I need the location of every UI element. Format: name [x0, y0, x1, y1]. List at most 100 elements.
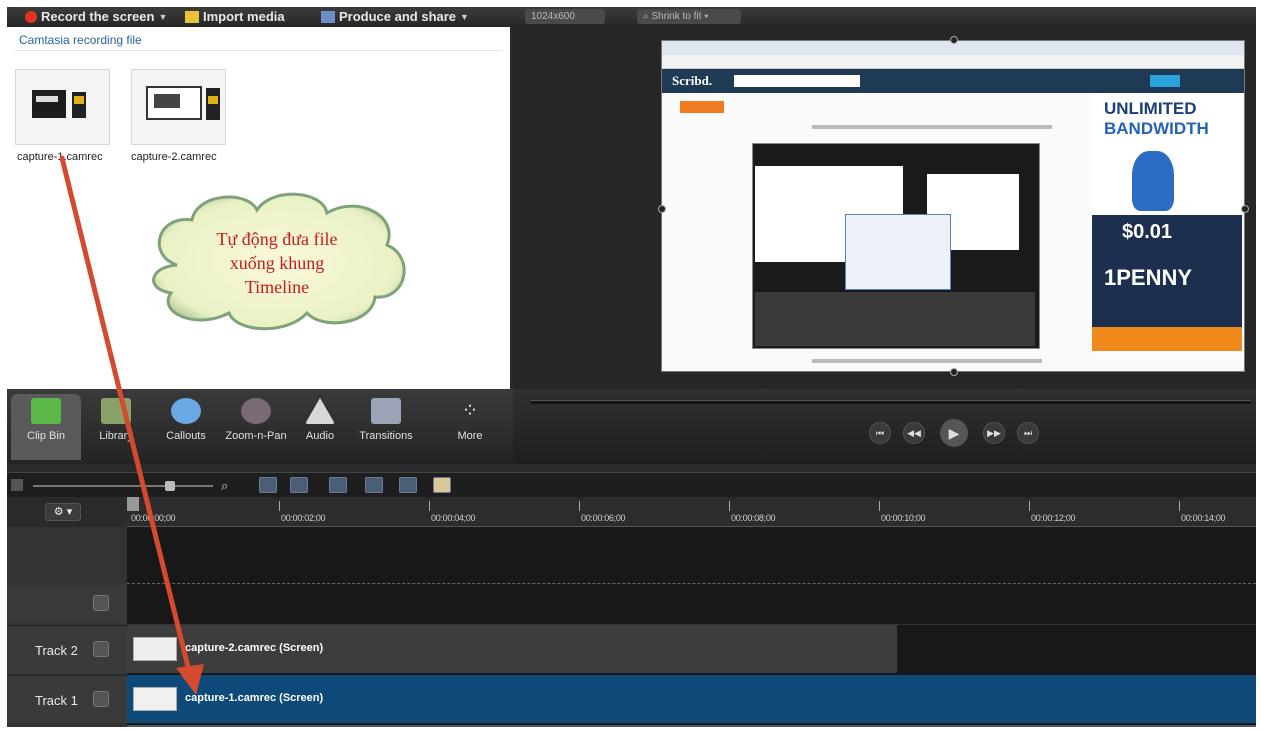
ruler-label: 00:00:12;00	[1031, 513, 1076, 523]
camtasia-window: Record the screen ▼ Import media Produce…	[7, 7, 1256, 727]
zoom-slider[interactable]	[33, 485, 213, 487]
step-forward-button[interactable]: ▶▶	[983, 422, 1005, 444]
jump-end-button[interactable]: ⏭	[1017, 422, 1039, 444]
copy-button[interactable]	[290, 477, 308, 493]
tab-label: Callouts	[166, 430, 206, 442]
resize-handle[interactable]	[1241, 205, 1249, 213]
clip-bin-header: Camtasia recording file	[19, 33, 142, 47]
ad-text-line2: BANDWIDTH	[1104, 119, 1209, 138]
tab-audio[interactable]: Audio	[285, 394, 355, 460]
ruler-label: 00:00:08;00	[731, 513, 776, 523]
callout-text: Tự động đưa file xuống khung Timeline	[177, 227, 377, 299]
main-toolbar: Record the screen ▼ Import media Produce…	[7, 7, 1256, 27]
timeline-tracks: capture-2.camrec (Screen) capture-1.camr…	[127, 527, 1256, 727]
clip-thumbnail	[133, 687, 177, 711]
lock-icon[interactable]	[93, 595, 109, 611]
playhead[interactable]	[127, 497, 139, 511]
chevron-down-icon: ▼	[158, 12, 168, 22]
resize-handle[interactable]	[950, 368, 958, 376]
mascot-image	[1132, 151, 1174, 211]
cut-button[interactable]	[259, 477, 277, 493]
tab-label: Zoom-n-Pan	[225, 430, 287, 442]
zoom-fit-label: Shrink to fit	[651, 11, 702, 22]
lock-icon[interactable]	[93, 641, 109, 657]
clip-label: capture-2.camrec (Screen)	[185, 642, 324, 654]
browser-address-bar	[662, 55, 1244, 69]
tab-label: Library	[99, 430, 133, 442]
more-icon: ⁘	[461, 400, 479, 422]
import-media-button[interactable]: Import media	[185, 8, 285, 26]
resize-handle[interactable]	[658, 205, 666, 213]
canvas-size-dropdown[interactable]: 1024x600	[525, 9, 605, 24]
resize-handle[interactable]	[950, 36, 958, 44]
lock-icon[interactable]	[93, 691, 109, 707]
timeline-toolbar: ⌕	[7, 472, 1256, 497]
player-controls: ⏮ ◀◀ ▶ ▶▶ ⏭	[513, 389, 1256, 464]
zoom-out-icon[interactable]	[11, 479, 23, 491]
tab-label: More	[457, 430, 483, 442]
track-headers: Track 2 Track 1	[7, 527, 127, 727]
ad-price: $0.01	[1122, 221, 1173, 243]
tab-label: Transitions	[359, 430, 413, 442]
marker-button[interactable]	[365, 477, 383, 493]
step-back-button[interactable]: ◀◀	[903, 422, 925, 444]
chevron-down-icon: ▼	[460, 12, 469, 22]
track-name: Track 1	[35, 693, 78, 708]
callout-line: xuống khung	[229, 253, 325, 273]
site-logo: Scribd.	[672, 73, 713, 88]
ad-text-line1: UNLIMITED	[1104, 99, 1197, 118]
jump-start-button[interactable]: ⏮	[869, 422, 891, 444]
callout-icon	[171, 398, 201, 424]
quiz-button[interactable]	[399, 477, 417, 493]
clip-thumbnail-capture-1[interactable]	[15, 69, 110, 145]
ruler-label: 00:00:14;00	[1181, 513, 1226, 523]
callout-line: Tự động đưa file	[216, 229, 338, 249]
clip-label: capture-2.camrec	[131, 151, 217, 163]
ad-penny: 1PENNY	[1104, 265, 1193, 290]
record-screen-label: Record the screen	[41, 9, 155, 24]
tab-callouts[interactable]: Callouts	[151, 394, 221, 460]
tab-library[interactable]: Library	[81, 394, 151, 460]
clip-label: capture-1.camrec	[17, 151, 103, 163]
zoom-in-icon[interactable]: ⌕	[221, 478, 228, 494]
record-screen-button[interactable]: Record the screen ▼	[25, 8, 167, 26]
produce-share-label: Produce and share	[339, 9, 457, 24]
ruler-label: 00:00:02;00	[281, 513, 326, 523]
import-icon	[185, 11, 199, 23]
ruler-label: 00:00:00;00	[131, 513, 176, 523]
zoom-fit-dropdown[interactable]: ⌕ Shrink to fit ▾	[637, 9, 741, 24]
gear-icon: ⚙	[53, 506, 64, 518]
embedded-screenshot	[752, 143, 1040, 349]
timeline-settings-button[interactable]: ⚙ ▾	[45, 503, 81, 521]
tab-more[interactable]: ⁘ More	[435, 394, 505, 460]
ad-lower-panel: $0.01 1PENNY	[1092, 215, 1242, 327]
tab-clip-bin[interactable]: Clip Bin	[11, 394, 81, 460]
horizontal-scrollbar[interactable]	[127, 725, 1256, 727]
record-icon	[25, 11, 37, 23]
ruler-label: 00:00:04;00	[431, 513, 476, 523]
site-search-input	[734, 75, 860, 87]
timeline-clip-track-1[interactable]: capture-1.camrec (Screen)	[127, 675, 1256, 723]
ruler-label: 00:00:06;00	[581, 513, 626, 523]
zoom-slider-thumb[interactable]	[165, 481, 175, 491]
timeline-clip-track-2[interactable]: capture-2.camrec (Screen)	[127, 625, 897, 673]
film-icon	[31, 398, 61, 424]
preview-video[interactable]: Scribd. UNLIMITED BANDWIDTH $0.01 1PENNY	[661, 40, 1245, 372]
play-button[interactable]: ▶	[940, 419, 968, 447]
site-orange-button	[680, 101, 724, 113]
timeline-ruler[interactable]: 00:00:00;00 00:00:02;00 00:00:04;00 00:0…	[127, 497, 1256, 527]
ruler-label: 00:00:10;00	[881, 513, 926, 523]
speaker-icon	[305, 398, 335, 424]
divider	[15, 50, 502, 51]
scrub-bar[interactable]	[531, 400, 1251, 404]
clip-thumbnail-capture-2[interactable]	[131, 69, 226, 145]
transition-icon	[371, 398, 401, 424]
tab-label: Clip Bin	[27, 430, 65, 442]
split-button[interactable]	[329, 477, 347, 493]
tab-transitions[interactable]: Transitions	[351, 394, 421, 460]
task-tabs: Clip Bin Library Callouts Zoom-n-Pan Aud…	[7, 389, 513, 464]
captions-button[interactable]	[433, 477, 451, 493]
produce-share-button[interactable]: Produce and share ▼	[321, 8, 469, 26]
tab-zoom-n-pan[interactable]: Zoom-n-Pan	[221, 394, 291, 460]
callout-line: Timeline	[244, 277, 310, 297]
